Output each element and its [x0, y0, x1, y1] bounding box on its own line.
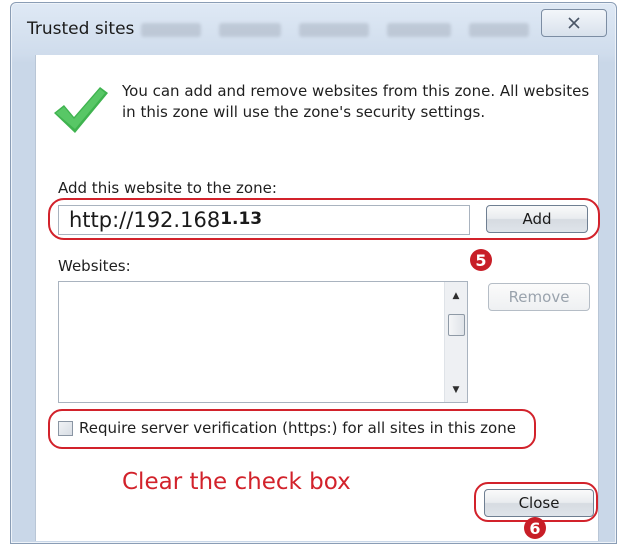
- trusted-sites-dialog: Trusted sites You can add and remove web…: [10, 2, 617, 544]
- ghost-tab: [299, 23, 369, 37]
- zone-info-text: You can add and remove websites from thi…: [122, 82, 590, 121]
- checkmark-icon: [54, 87, 108, 133]
- ghost-tab: [387, 23, 451, 37]
- clear-checkbox-hint: Clear the check box: [122, 469, 351, 495]
- highlight-checkbox-row: [48, 409, 536, 449]
- page: Trusted sites You can add and remove web…: [0, 0, 624, 544]
- ghost-tab: [469, 23, 529, 37]
- close-icon: [568, 17, 580, 29]
- highlight-url-row: [48, 198, 600, 240]
- step-6-badge: 6: [524, 517, 546, 539]
- window-title: Trusted sites: [27, 19, 135, 39]
- scroll-down-arrow-icon[interactable]: ▼: [445, 380, 467, 400]
- ghost-tab: [141, 23, 201, 37]
- ghost-tab: [219, 23, 281, 37]
- remove-button[interactable]: Remove: [488, 283, 590, 311]
- websites-label: Websites:: [58, 257, 131, 275]
- scroll-thumb[interactable]: [448, 314, 465, 336]
- websites-scrollbar[interactable]: ▲ ▼: [444, 282, 467, 402]
- dialog-content: You can add and remove websites from thi…: [35, 55, 600, 541]
- add-website-label: Add this website to the zone:: [58, 179, 277, 197]
- websites-list[interactable]: ▲ ▼: [58, 281, 468, 403]
- highlight-close-button: [474, 482, 598, 522]
- background-tabs: [141, 11, 561, 47]
- scroll-up-arrow-icon[interactable]: ▲: [445, 286, 467, 306]
- title-bar: Trusted sites: [11, 3, 616, 55]
- step-5-badge: 5: [470, 249, 492, 271]
- window-close-button[interactable]: [541, 9, 607, 37]
